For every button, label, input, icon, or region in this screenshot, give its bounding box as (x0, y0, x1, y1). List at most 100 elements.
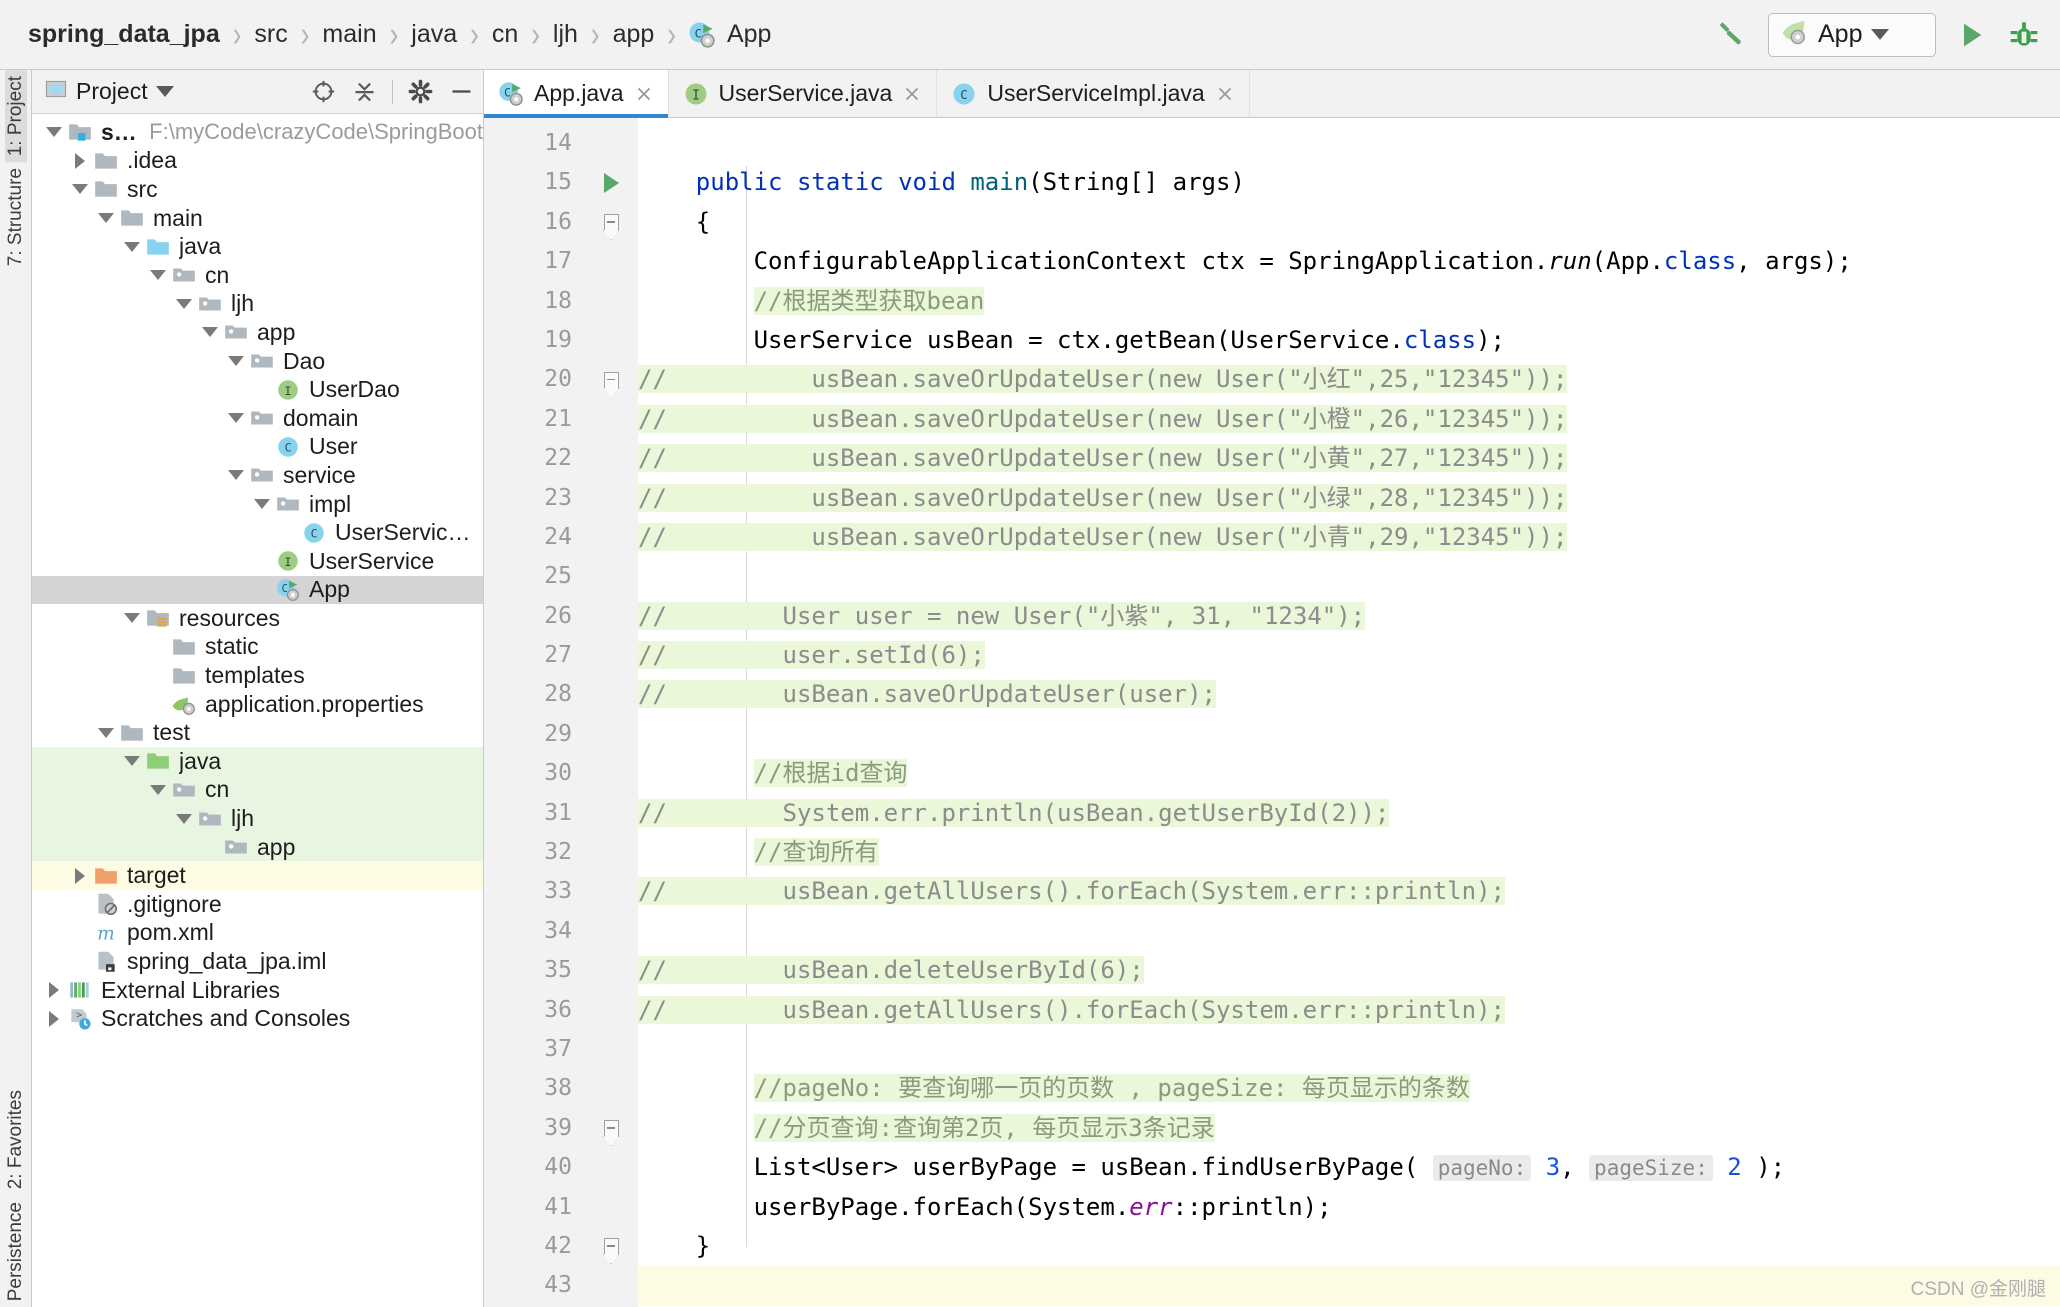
run-icon[interactable] (584, 163, 638, 202)
tree-node-label: .gitignore (127, 890, 222, 917)
tool-window-button-persistence[interactable]: Persistence (5, 1196, 27, 1307)
breadcrumb-item-cn[interactable]: cn (490, 18, 520, 51)
twisty-collapsed-icon[interactable] (68, 867, 92, 884)
tree-node-external-libraries[interactable]: External Libraries (32, 976, 483, 1005)
tree-node-test[interactable]: test (32, 718, 483, 747)
collapse-all-icon[interactable] (351, 78, 378, 105)
tree-node-userservice[interactable]: I UserService (32, 547, 483, 576)
tree-node-ljh[interactable]: ljh (32, 804, 483, 833)
code-line-30: //根据id查询 (638, 754, 2060, 793)
gear-icon[interactable] (407, 78, 434, 105)
chevron-down-icon[interactable] (1871, 29, 1890, 40)
code-line-38: //pageNo: 要查询哪一页的页数 , pageSize: 每页显示的条数 (638, 1069, 2060, 1108)
close-icon[interactable] (1214, 83, 1236, 105)
fold-icon[interactable] (584, 1109, 638, 1148)
tree-node-target[interactable]: target (32, 861, 483, 891)
breadcrumb-item-app[interactable]: app (611, 18, 657, 51)
fold-icon[interactable] (584, 360, 638, 399)
twisty-collapsed-icon[interactable] (42, 982, 66, 999)
debug-bug-icon[interactable] (2008, 19, 2040, 51)
breadcrumb-item-java[interactable]: java (409, 18, 459, 51)
tree-node-domain[interactable]: domain (32, 404, 483, 433)
tree-node-service[interactable]: service (32, 461, 483, 490)
hammer-icon[interactable] (1714, 18, 1748, 52)
twisty-expanded-icon[interactable] (250, 499, 274, 510)
tree-node-dao[interactable]: Dao (32, 347, 483, 376)
twisty-collapsed-icon[interactable] (42, 1010, 66, 1027)
tree-node-spring-data-jpa[interactable]: spring_data_jpa F:\myCode\crazyCode\Sprin… (32, 118, 483, 147)
tree-node-userserviceimpl[interactable]: C UserServiceImpl (32, 518, 483, 547)
twisty-expanded-icon[interactable] (224, 413, 248, 424)
breadcrumb-item-app[interactable]: C App (687, 18, 773, 51)
run-icon[interactable] (1956, 19, 1988, 51)
tree-node-ljh[interactable]: ljh (32, 290, 483, 319)
code-token: // (638, 444, 667, 473)
tool-window-button-1-project[interactable]: 1: Project (4, 70, 27, 163)
twisty-expanded-icon[interactable] (68, 184, 92, 195)
fold-icon[interactable] (584, 1227, 638, 1266)
tree-node-java[interactable]: java (32, 232, 483, 261)
tree-node-java[interactable]: java (32, 747, 483, 776)
tree-node-user[interactable]: C User (32, 433, 483, 462)
minimize-icon[interactable] (448, 78, 475, 105)
tree-node-spring-data-jpa-iml[interactable]: spring_data_jpa.iml (32, 947, 483, 976)
code-token: pageNo: (1432, 1155, 1532, 1182)
tree-node-application-properties[interactable]: application.properties (32, 690, 483, 719)
twisty-expanded-icon[interactable] (172, 298, 196, 309)
tree-node-impl[interactable]: impl (32, 490, 483, 519)
tool-window-button-2-favorites[interactable]: 2: Favorites (5, 1084, 27, 1195)
twisty-expanded-icon[interactable] (224, 356, 248, 367)
tree-node-cn[interactable]: cn (32, 261, 483, 290)
editor-tab-userservice-java[interactable]: I UserService.java (669, 70, 938, 117)
code-content[interactable]: public static void main(String[] args) {… (638, 118, 2060, 1307)
run-configuration-selector[interactable]: App (1768, 12, 1936, 57)
tree-node-templates[interactable]: templates (32, 661, 483, 690)
editor-tab-userserviceimpl-java[interactable]: C UserServiceImpl.java (937, 70, 1250, 117)
twisty-expanded-icon[interactable] (42, 127, 66, 138)
tree-node-app[interactable]: C App (32, 575, 483, 605)
chevron-down-icon[interactable] (155, 86, 174, 97)
twisty-expanded-icon[interactable] (120, 756, 144, 767)
project-tree[interactable]: spring_data_jpa F:\myCode\crazyCode\Sprin… (32, 114, 483, 1307)
tree-node-pom-xml[interactable]: m pom.xml (32, 919, 483, 948)
tree-node-static[interactable]: static (32, 633, 483, 662)
tree-node-app[interactable]: app (32, 318, 483, 347)
code-token: } (638, 1231, 711, 1260)
fold-icon[interactable] (584, 203, 638, 242)
code-editor[interactable]: 14 15 16 17 18 19 20 21 22 23 24 25 26 27 28 29 30 31 32 33… (484, 118, 2060, 1307)
code-token: usBean.saveOrUpdateUser(new User("小黄",27… (666, 444, 1568, 473)
twisty-expanded-icon[interactable] (198, 327, 222, 338)
close-icon[interactable] (901, 83, 923, 105)
twisty-expanded-icon[interactable] (146, 784, 170, 795)
tool-window-button-7-structure[interactable]: 7: Structure (5, 162, 27, 272)
tree-node-label: ljh (231, 805, 255, 832)
tree-node-src[interactable]: src (32, 175, 483, 204)
twisty-expanded-icon[interactable] (224, 470, 248, 481)
twisty-expanded-icon[interactable] (94, 213, 118, 224)
tree-node-main[interactable]: main (32, 204, 483, 233)
code-line-15: public static void main(String[] args) (638, 163, 2060, 202)
code-line-35: // usBean.deleteUserById(6); (638, 951, 2060, 990)
twisty-expanded-icon[interactable] (120, 241, 144, 252)
gutter-marker-column[interactable] (584, 118, 638, 1307)
breadcrumb-separator: › (389, 13, 399, 55)
breadcrumb-item-src[interactable]: src (252, 18, 289, 51)
editor-tab-app-java[interactable]: C App.java (484, 70, 669, 118)
twisty-expanded-icon[interactable] (146, 270, 170, 281)
breadcrumb-item-main[interactable]: main (320, 18, 378, 51)
tree-node-cn[interactable]: cn (32, 775, 483, 805)
tree-node-app[interactable]: app (32, 832, 483, 862)
breadcrumb-item-ljh[interactable]: ljh (551, 18, 580, 51)
tree-node-resources[interactable]: resources (32, 604, 483, 633)
tree-node--idea[interactable]: .idea (32, 147, 483, 176)
breadcrumb-item-spring-data-jpa[interactable]: spring_data_jpa (18, 18, 222, 51)
twisty-expanded-icon[interactable] (120, 613, 144, 624)
locate-icon[interactable] (310, 78, 337, 105)
close-icon[interactable] (633, 83, 655, 105)
tree-node-userdao[interactable]: I UserDao (32, 375, 483, 404)
tree-node-scratches-and-consoles[interactable]: > Scratches and Consoles (32, 1004, 483, 1033)
twisty-collapsed-icon[interactable] (68, 152, 92, 169)
tree-node--gitignore[interactable]: .gitignore (32, 890, 483, 919)
twisty-expanded-icon[interactable] (172, 813, 196, 824)
twisty-expanded-icon[interactable] (94, 727, 118, 738)
